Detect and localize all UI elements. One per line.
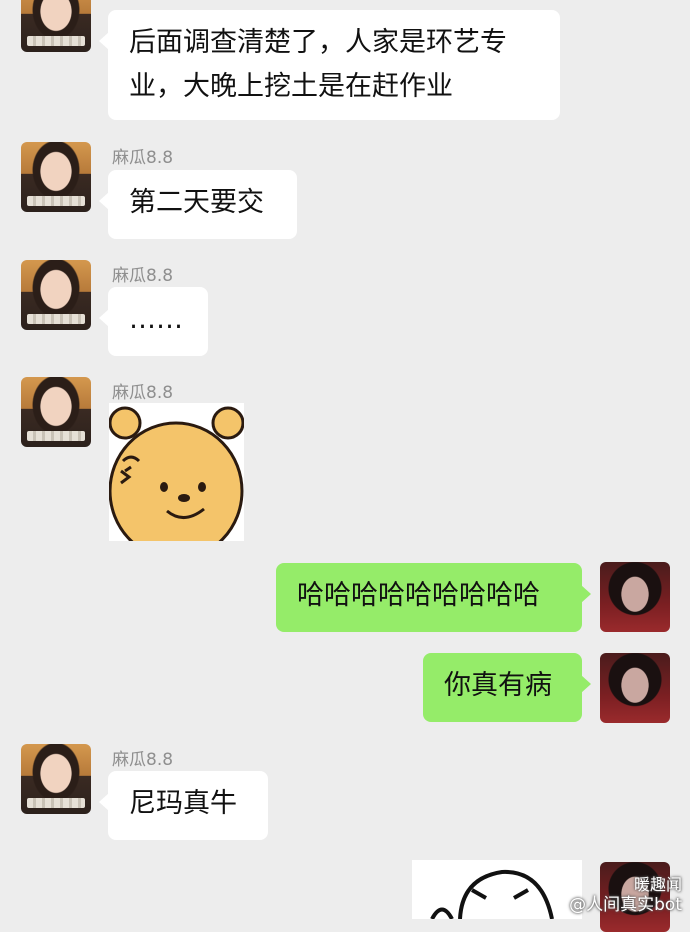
- watermark-line: 暖趣闻: [633, 875, 682, 894]
- sender-name: 麻瓜8.8: [112, 266, 174, 286]
- contact-avatar[interactable]: [21, 0, 91, 52]
- user-avatar[interactable]: [600, 653, 670, 723]
- message-bubble[interactable]: ……: [99, 287, 208, 356]
- message-bubble[interactable]: 尼玛真牛: [99, 771, 268, 840]
- cartoon-face-icon: [430, 869, 554, 919]
- contact-avatar[interactable]: [21, 142, 91, 212]
- contact-avatar[interactable]: [21, 744, 91, 814]
- watermark-line: @人间真实bot: [569, 895, 682, 915]
- message-bubble[interactable]: 你真有病: [423, 653, 591, 722]
- message-bubble[interactable]: 第二天要交: [99, 170, 297, 239]
- message-text: 尼玛真牛: [129, 788, 237, 819]
- sender-name: 麻瓜8.8: [112, 750, 174, 770]
- message-text: 第二天要交: [129, 187, 264, 218]
- message-text: ……: [129, 304, 183, 335]
- pooh-bear-icon: [109, 406, 244, 541]
- contact-avatar[interactable]: [21, 377, 91, 447]
- user-avatar[interactable]: [600, 562, 670, 632]
- sender-name: 麻瓜8.8: [112, 148, 174, 168]
- message-text: 你真有病: [444, 670, 552, 701]
- winnie-the-pooh-face-sticker[interactable]: [109, 403, 244, 541]
- message-bubble[interactable]: 哈哈哈哈哈哈哈哈哈: [276, 563, 591, 632]
- message-text: 哈哈哈哈哈哈哈哈哈: [297, 580, 540, 611]
- watermark: 暖趣闻 @人间真实bot: [569, 875, 682, 915]
- meme-sticker[interactable]: [412, 860, 582, 919]
- message-text-line: 后面调查清楚了，人家是环艺专: [129, 27, 507, 58]
- contact-avatar[interactable]: [21, 260, 91, 330]
- message-text-line: 业，大晚上挖土是在赶作业: [129, 71, 453, 102]
- message-bubble[interactable]: 后面调查清楚了，人家是环艺专 业，大晚上挖土是在赶作业: [99, 10, 560, 120]
- sender-name: 麻瓜8.8: [112, 383, 174, 403]
